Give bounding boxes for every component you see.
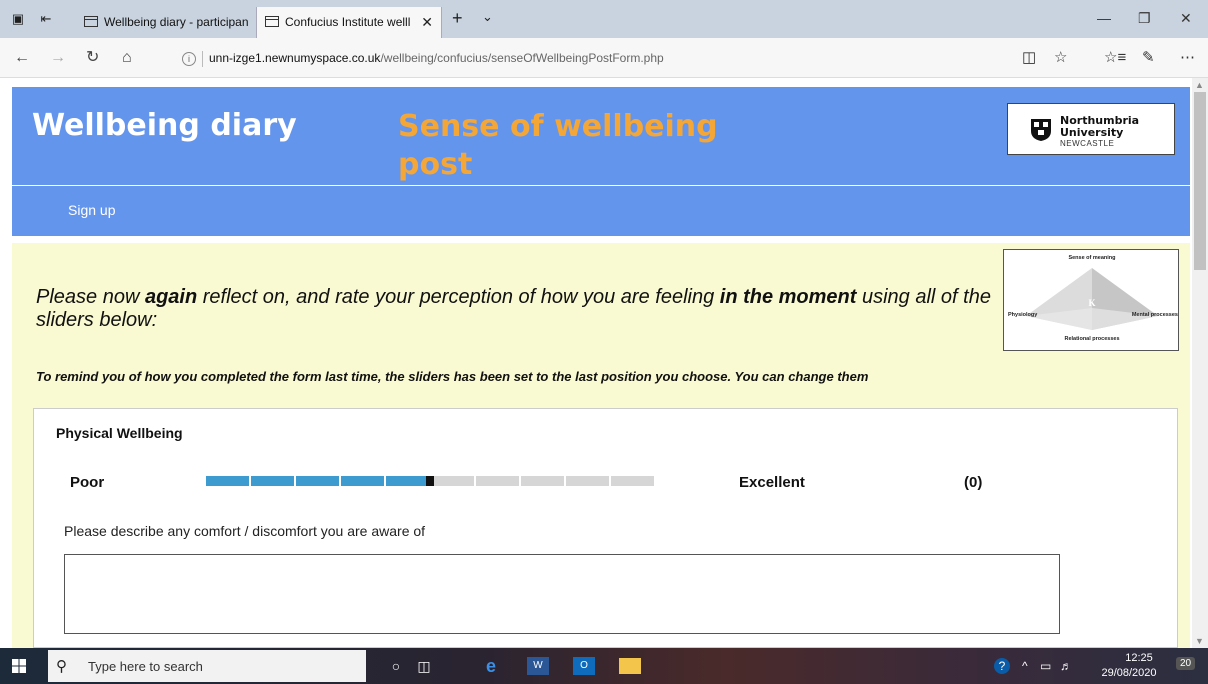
windows-start-icon[interactable] <box>12 659 26 673</box>
scroll-down-icon[interactable]: ▼ <box>1195 636 1204 646</box>
slider-segment <box>476 476 519 486</box>
page-viewport: Wellbeing diary Sense of wellbeing post … <box>0 78 1208 648</box>
favorite-star-icon[interactable]: ☆ <box>1054 49 1067 67</box>
back-icon[interactable]: ← <box>14 49 30 67</box>
windows-taskbar: ⚲ Type here to search ○ ◫ e W O ? ^ ▭ ♬ … <box>0 648 1208 684</box>
close-tab-icon[interactable]: ✕ <box>421 7 433 38</box>
chevron-down-icon[interactable]: ⌄ <box>482 9 493 25</box>
page-heading: Sense of wellbeing post <box>398 109 718 182</box>
scroll-up-icon[interactable]: ▲ <box>1195 80 1204 90</box>
notification-center-icon[interactable]: 20 <box>1176 657 1196 670</box>
favorites-hub-icon[interactable]: ☆≡ <box>1104 49 1126 67</box>
comfort-description-input[interactable] <box>64 554 1060 634</box>
slider-segment <box>431 476 474 486</box>
section-title: Physical Wellbeing <box>56 425 183 441</box>
word-icon[interactable]: W <box>527 657 549 675</box>
form-panel: Please now again reflect on, and rate yo… <box>12 243 1190 648</box>
diagram-label-top: Sense of meaning <box>1068 255 1115 261</box>
intro-part1: Please now <box>36 286 145 308</box>
slider-max-label: Excellent <box>739 474 805 491</box>
url-path: /wellbeing/confucius/senseOfWellbeingPos… <box>380 51 664 65</box>
slider-segment <box>251 476 294 486</box>
comfort-prompt: Please describe any comfort / discomfort… <box>64 523 426 539</box>
file-explorer-icon[interactable] <box>619 658 641 674</box>
pyramid-diagram-image: Sense of meaning Physiology Mental proce… <box>1008 255 1178 342</box>
slider-segment <box>611 476 654 486</box>
tab-title: Confucius Institute welll <box>285 15 411 29</box>
address-bar: ← → ↻ ⌂ i unn-izge1.newnumyspace.co.uk/we… <box>0 38 1208 78</box>
intro-part2: reflect on, and rate your perception of … <box>197 286 720 308</box>
help-icon[interactable]: ? <box>994 658 1010 674</box>
page-icon <box>265 16 279 28</box>
instruction-text: Please now again reflect on, and rate yo… <box>36 286 996 332</box>
physical-wellbeing-slider[interactable] <box>206 470 654 492</box>
slider-segment <box>206 476 249 486</box>
slider-min-label: Poor <box>70 474 105 491</box>
university-logo: Northumbria University NEWCASTLE <box>1007 103 1175 155</box>
page-scrollbar[interactable]: ▲ ▼ <box>1192 78 1208 648</box>
slider-start-cap <box>206 476 208 486</box>
tab-actions-icon[interactable]: ▣ <box>10 11 26 27</box>
clock-date[interactable]: 29/08/2020 <box>1092 667 1166 679</box>
forward-icon[interactable]: → <box>50 49 66 67</box>
browser-tab-strip: ▣ ⇤ Wellbeing diary - participan Confuci… <box>0 0 1208 38</box>
web-note-pen-icon[interactable]: ✎ <box>1142 49 1155 67</box>
slider-track <box>206 476 654 486</box>
crest-icon <box>1031 119 1051 141</box>
diagram-label-bottom: Relational processes <box>1064 336 1119 342</box>
logo-text-line3: NEWCASTLE <box>1060 139 1115 148</box>
search-placeholder: Type here to search <box>88 659 203 674</box>
scroll-thumb[interactable] <box>1194 92 1206 270</box>
cortana-icon[interactable]: ○ <box>384 654 408 678</box>
show-hidden-icons-chevron-up-icon[interactable]: ^ <box>1022 659 1028 673</box>
site-info-icon[interactable]: i <box>182 51 196 66</box>
edge-browser-icon[interactable]: e <box>479 654 503 678</box>
slider-segment <box>566 476 609 486</box>
tab-wellbeing-diary[interactable]: Wellbeing diary - participan <box>80 7 252 38</box>
battery-icon[interactable]: ▭ <box>1040 659 1051 673</box>
physical-wellbeing-card: Physical Wellbeing Poor Excellent (0) Pl… <box>33 408 1178 648</box>
sign-up-link[interactable]: Sign up <box>68 202 115 218</box>
slider-segment <box>521 476 564 486</box>
page-icon <box>84 16 98 28</box>
diagram-label-center: K <box>1088 298 1095 308</box>
search-icon: ⚲ <box>56 658 67 675</box>
logo-text-line2: University <box>1060 126 1124 139</box>
clock-time[interactable]: 12:25 <box>1112 652 1166 664</box>
url-host: unn-izge1.newnumyspace.co.uk <box>209 51 381 65</box>
minimize-icon[interactable]: — <box>1097 10 1111 26</box>
tab-confucius-institute[interactable]: Confucius Institute welll ✕ <box>256 7 442 38</box>
slider-thumb[interactable] <box>426 476 434 486</box>
set-tabs-aside-icon[interactable]: ⇤ <box>38 11 54 27</box>
reading-view-icon[interactable]: ◫ <box>1022 49 1036 67</box>
diagram-label-right: Mental processes <box>1132 312 1178 318</box>
nav-bar: Sign up <box>12 186 1190 236</box>
close-window-icon[interactable]: ✕ <box>1180 10 1192 27</box>
outlook-icon[interactable]: O <box>573 657 595 675</box>
url-separator <box>202 50 203 67</box>
site-header: Wellbeing diary Sense of wellbeing post … <box>12 87 1190 185</box>
task-view-icon[interactable]: ◫ <box>412 654 436 678</box>
url-field[interactable]: i unn-izge1.newnumyspace.co.uk/wellbeing/… <box>172 45 1012 71</box>
wellbeing-diagram: Sense of meaning Physiology Mental proce… <box>1003 249 1179 351</box>
more-menu-icon[interactable]: ⋯ <box>1180 49 1195 67</box>
slider-segment <box>296 476 339 486</box>
new-tab-icon[interactable]: + <box>452 8 463 29</box>
reminder-text: To remind you of how you completed the f… <box>36 369 869 384</box>
site-title: Wellbeing diary <box>32 108 297 143</box>
diagram-label-left: Physiology <box>1008 312 1038 318</box>
restore-icon[interactable]: ❐ <box>1138 10 1151 27</box>
taskbar-search-box[interactable]: ⚲ Type here to search <box>48 650 366 682</box>
refresh-icon[interactable]: ↻ <box>86 49 99 67</box>
slider-segment <box>341 476 384 486</box>
intro-again: again <box>144 286 198 308</box>
slider-segment <box>386 476 429 486</box>
slider-value: (0) <box>964 474 983 491</box>
tab-title: Wellbeing diary - participan <box>104 15 249 29</box>
intro-moment: in the moment <box>719 286 857 308</box>
volume-icon[interactable]: ♬ <box>1060 659 1072 673</box>
home-icon[interactable]: ⌂ <box>122 49 132 67</box>
